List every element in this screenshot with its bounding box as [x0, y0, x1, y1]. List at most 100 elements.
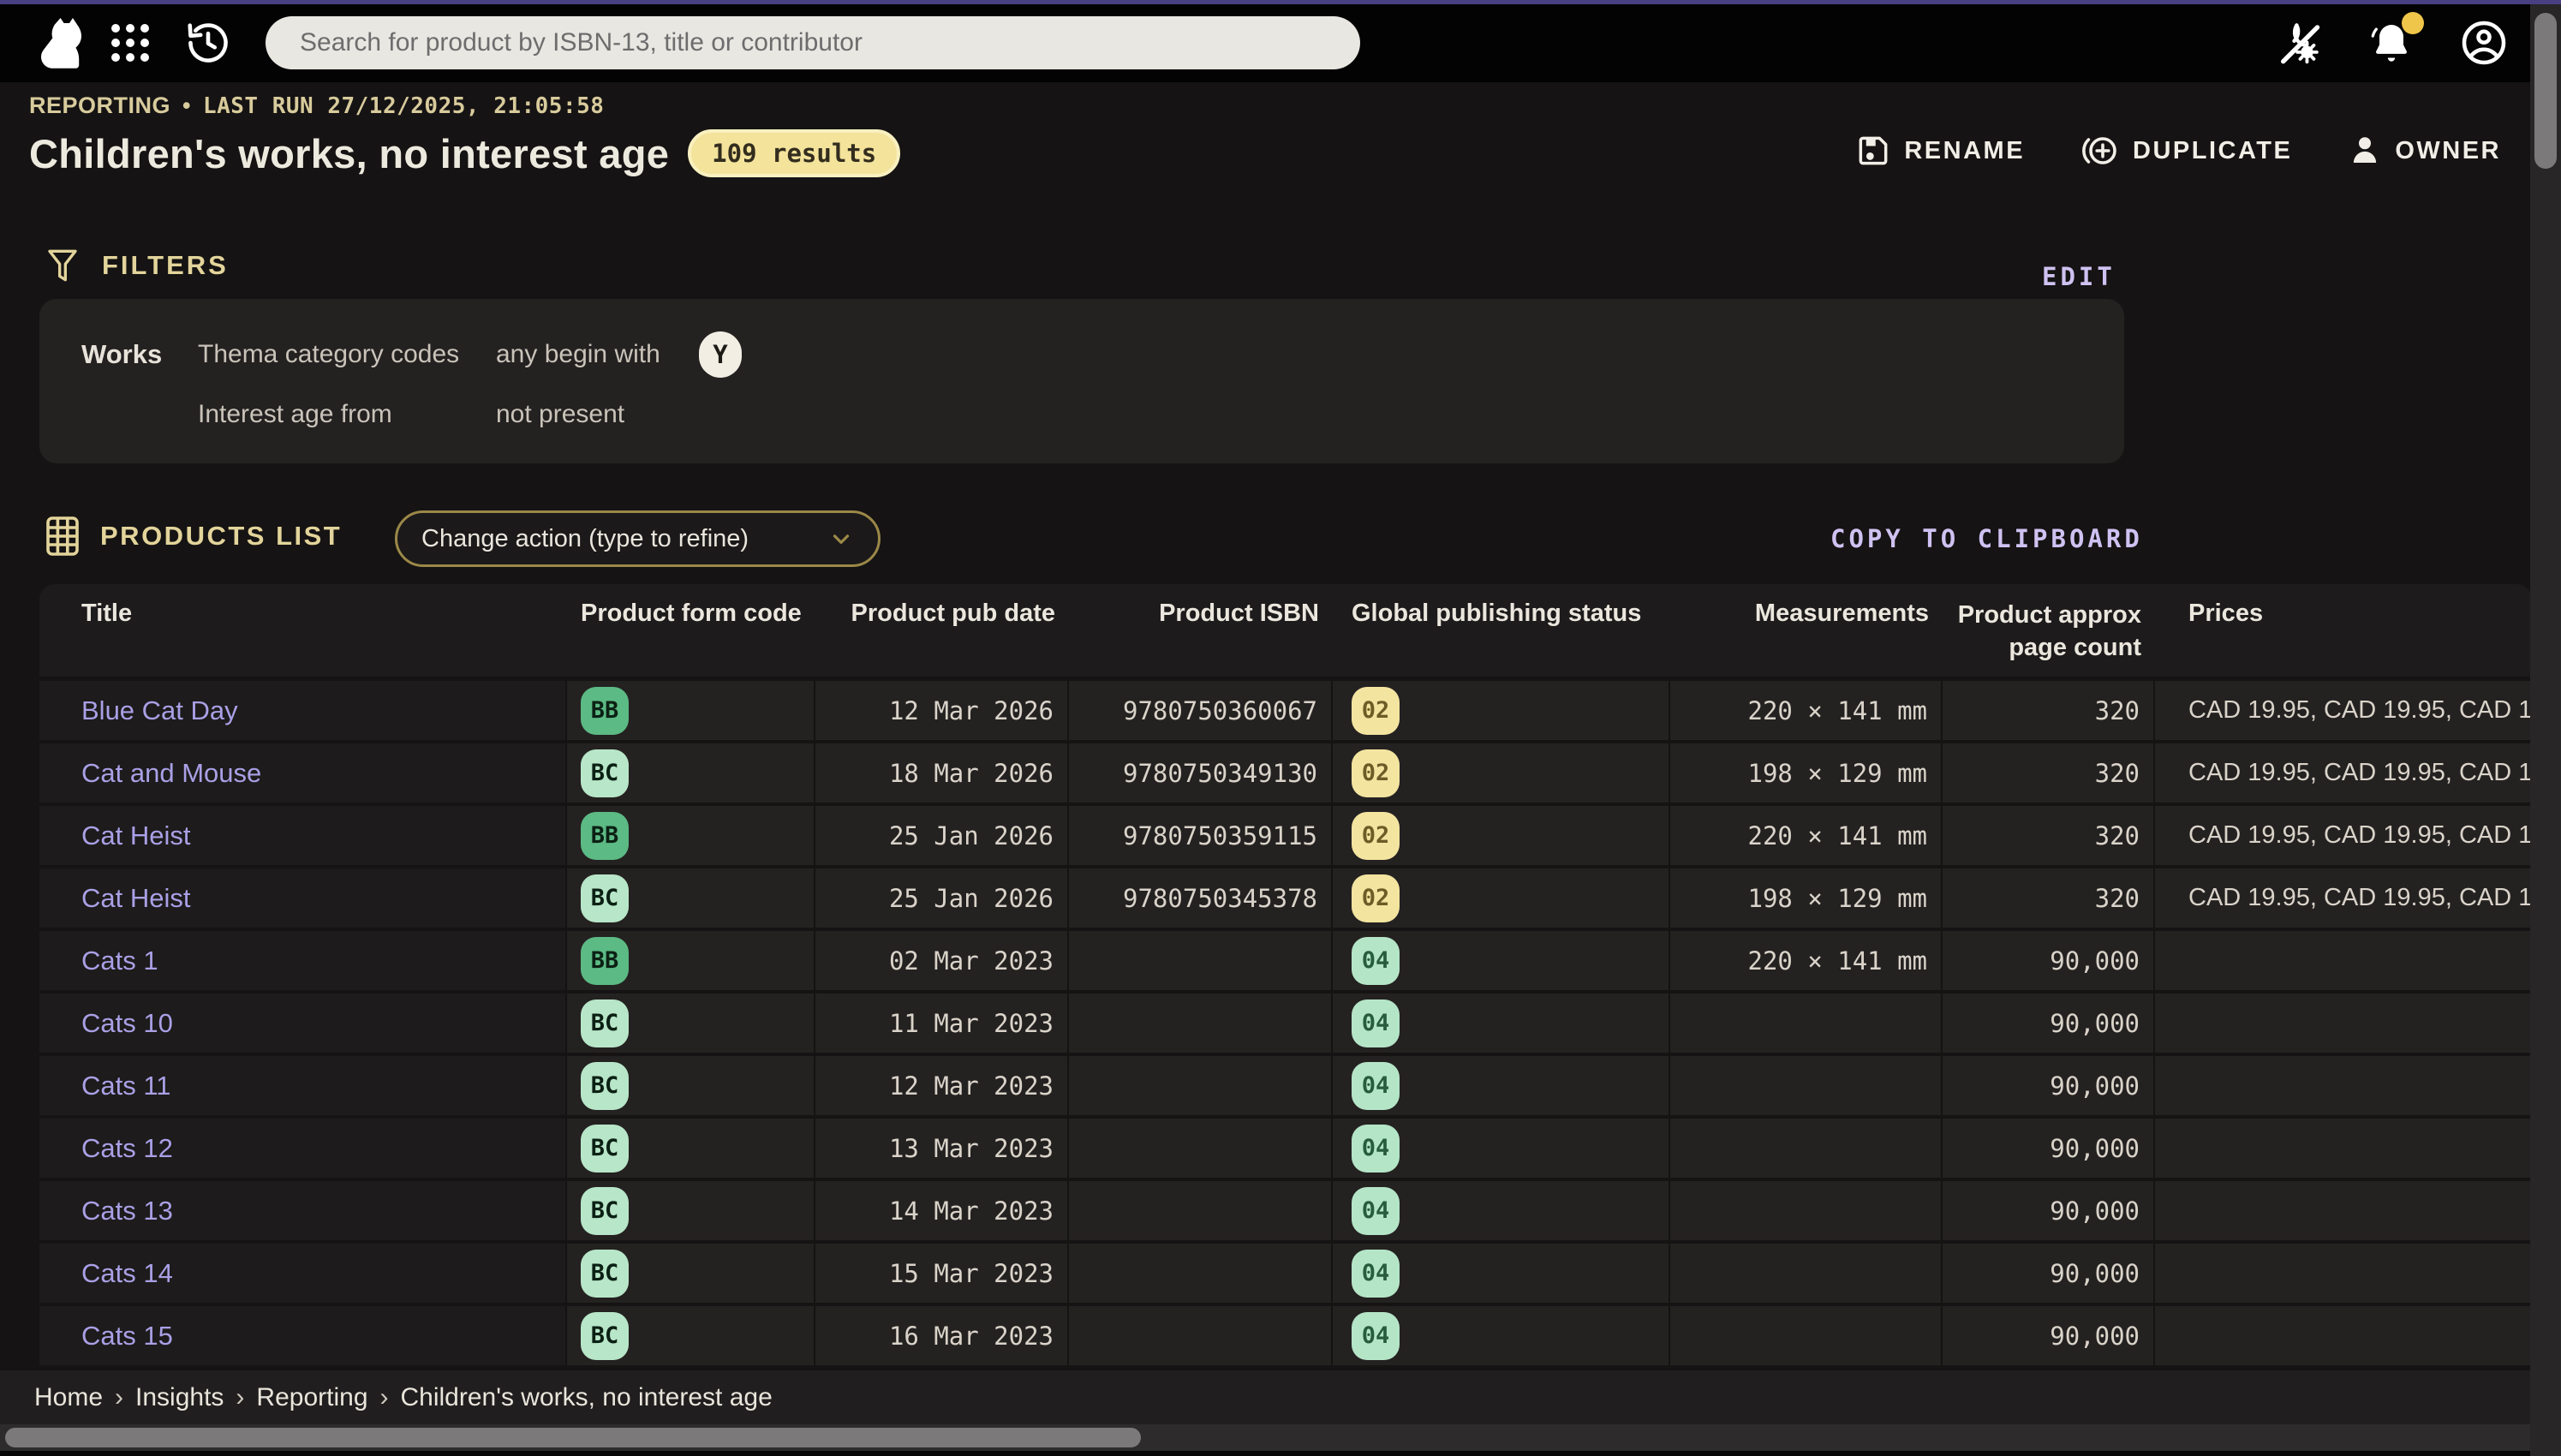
isbn-cell: [1069, 1244, 1333, 1303]
title-link[interactable]: Cats 10: [81, 1008, 173, 1039]
isbn-cell: 9780750345378: [1069, 868, 1333, 928]
account-avatar-icon[interactable]: [2458, 17, 2510, 69]
owner-button[interactable]: OWNER: [2347, 133, 2501, 169]
isbn-cell: [1069, 1119, 1333, 1178]
vertical-scrollbar-thumb[interactable]: [2534, 13, 2557, 169]
filter-funnel-icon: [45, 247, 80, 284]
rename-label: RENAME: [1904, 137, 2025, 165]
isbn-cell: [1069, 1181, 1333, 1240]
page-count-cell: 320: [1943, 806, 2155, 865]
prices-cell: [2155, 994, 2532, 1053]
breadcrumb-link[interactable]: Insights: [135, 1383, 224, 1412]
title-link[interactable]: Cats 12: [81, 1133, 173, 1164]
horizontal-scrollbar-thumb[interactable]: [5, 1428, 1141, 1447]
status-badge: 04: [1352, 1250, 1400, 1298]
page-count-cell: 90,000: [1943, 1056, 2155, 1115]
pub-date-cell: 18 Mar 2026: [815, 743, 1069, 803]
column-header-status: Global publishing status: [1333, 584, 1670, 677]
form-code-badge: BC: [581, 874, 629, 922]
breadcrumb-separator: ›: [115, 1383, 123, 1412]
measurements-cell: 220 × 141 mm: [1670, 806, 1943, 865]
column-header-form-code: Product form code: [567, 584, 815, 677]
pub-date-cell: 13 Mar 2023: [815, 1119, 1069, 1178]
table-row: Blue Cat Day BB 12 Mar 2026 978075036006…: [39, 681, 2532, 740]
title-link[interactable]: Blue Cat Day: [81, 695, 238, 726]
page-count-cell: 320: [1943, 743, 2155, 803]
filters-section-label: FILTERS: [102, 250, 229, 281]
duplicate-button[interactable]: DUPLICATE: [2080, 130, 2292, 171]
breadcrumb-link[interactable]: Home: [34, 1383, 103, 1412]
products-table-body: Blue Cat Day BB 12 Mar 2026 978075036006…: [39, 681, 2532, 1365]
table-row: Cat and Mouse BC 18 Mar 2026 97807503491…: [39, 743, 2532, 803]
search-input[interactable]: [266, 16, 1360, 69]
table-row: Cat Heist BC 25 Jan 2026 9780750345378 0…: [39, 868, 2532, 928]
status-badge: 04: [1352, 1062, 1400, 1110]
products-table-header: Title Product form code Product pub date…: [39, 584, 2532, 677]
page-count-cell: 90,000: [1943, 1119, 2155, 1178]
filters-edit-button[interactable]: EDIT: [2042, 262, 2116, 291]
duplicate-label: DUPLICATE: [2133, 137, 2292, 165]
measurements-cell: [1670, 1181, 1943, 1240]
report-eyebrow: REPORTING • LAST RUN 27/12/2025, 21:05:5…: [29, 92, 2501, 119]
app-cat-logo-icon[interactable]: [38, 15, 86, 70]
title-link[interactable]: Cats 1: [81, 946, 158, 976]
measurements-cell: 220 × 141 mm: [1670, 681, 1943, 740]
form-code-badge: BB: [581, 812, 629, 860]
title-link[interactable]: Cat and Mouse: [81, 758, 261, 789]
pub-date-cell: 12 Mar 2023: [815, 1056, 1069, 1115]
form-code-badge: BC: [581, 1250, 629, 1298]
eyebrow-separator: •: [182, 92, 191, 119]
theme-toggle-icon[interactable]: [2275, 18, 2325, 68]
title-link[interactable]: Cats 15: [81, 1321, 173, 1352]
duplicate-icon: [2080, 130, 2121, 171]
horizontal-scrollbar: [0, 1424, 2561, 1451]
copy-to-clipboard-button[interactable]: COPY TO CLIPBOARD: [1830, 524, 2143, 553]
title-link[interactable]: Cat Heist: [81, 883, 190, 914]
measurements-cell: 220 × 141 mm: [1670, 931, 1943, 990]
rename-button[interactable]: RENAME: [1854, 132, 2025, 170]
pub-date-cell: 02 Mar 2023: [815, 931, 1069, 990]
filter-operator: any begin with: [496, 340, 699, 369]
apps-grid-icon[interactable]: [111, 24, 149, 62]
report-header: REPORTING • LAST RUN 27/12/2025, 21:05:5…: [29, 92, 2501, 177]
status-badge: 04: [1352, 1125, 1400, 1173]
table-row: Cats 10 BC 11 Mar 2023 04 90,000: [39, 994, 2532, 1053]
save-icon: [1854, 132, 1892, 170]
status-badge: 04: [1352, 1312, 1400, 1360]
pub-date-cell: 25 Jan 2026: [815, 806, 1069, 865]
column-header-prices: Prices: [2155, 584, 2532, 677]
breadcrumb-separator: ›: [380, 1383, 389, 1412]
column-header-measurements: Measurements: [1670, 584, 1943, 677]
table-row: Cats 14 BC 15 Mar 2023 04 90,000: [39, 1244, 2532, 1303]
page-count-cell: 90,000: [1943, 994, 2155, 1053]
isbn-cell: [1069, 931, 1333, 990]
column-header-pub-date: Product pub date: [815, 584, 1069, 677]
table-row: Cats 15 BC 16 Mar 2023 04 90,000: [39, 1306, 2532, 1365]
title-link[interactable]: Cat Heist: [81, 820, 190, 851]
title-link[interactable]: Cats 14: [81, 1258, 173, 1289]
prices-cell: [2155, 1306, 2532, 1365]
title-link[interactable]: Cats 11: [81, 1071, 171, 1101]
form-code-badge: BC: [581, 1125, 629, 1173]
breadcrumb-link[interactable]: Reporting: [256, 1383, 367, 1412]
filter-value-chip: Y: [699, 331, 742, 378]
change-action-select[interactable]: Change action (type to refine): [395, 510, 881, 567]
prices-cell: CAD 19.95, CAD 19.95, CAD 1: [2155, 743, 2532, 803]
pub-date-cell: 12 Mar 2026: [815, 681, 1069, 740]
form-code-badge: BC: [581, 749, 629, 797]
column-header-page-count: Product approx page count: [1943, 584, 2155, 677]
measurements-cell: 198 × 129 mm: [1670, 868, 1943, 928]
isbn-cell: 9780750359115: [1069, 806, 1333, 865]
history-icon[interactable]: [183, 18, 233, 68]
title-link[interactable]: Cats 13: [81, 1196, 173, 1226]
filters-card: Works Thema category codes any begin wit…: [39, 299, 2124, 463]
page-count-cell: 90,000: [1943, 1244, 2155, 1303]
pub-date-cell: 14 Mar 2023: [815, 1181, 1069, 1240]
page-count-cell: 90,000: [1943, 1181, 2155, 1240]
isbn-cell: 9780750360067: [1069, 681, 1333, 740]
notifications-bell-icon[interactable]: [2367, 19, 2415, 67]
notification-badge-dot: [2402, 12, 2424, 34]
filter-operator: not present: [496, 400, 699, 429]
isbn-cell: 9780750349130: [1069, 743, 1333, 803]
status-badge: 04: [1352, 937, 1400, 985]
